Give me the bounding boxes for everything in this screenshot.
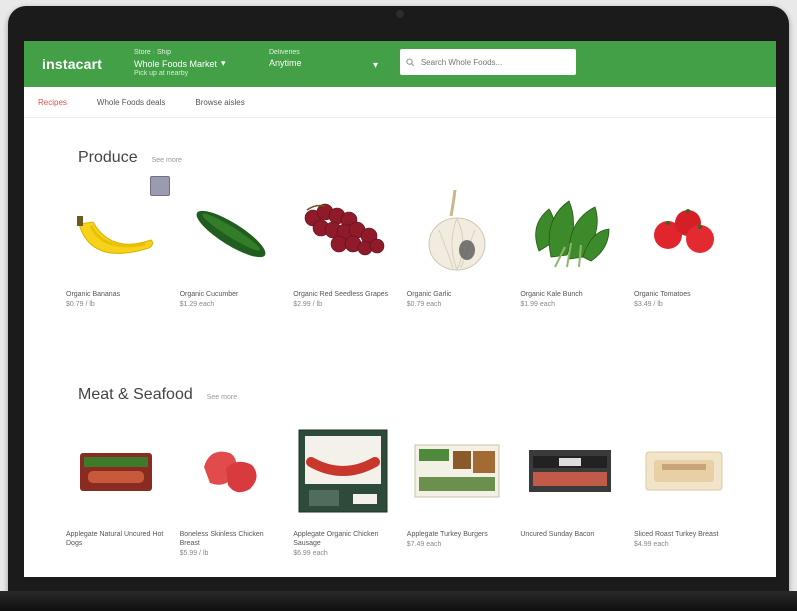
- product-image-hot-dogs[interactable]: [66, 426, 166, 516]
- webcam-icon: [396, 10, 404, 18]
- product-card[interactable]: Applegate Organic Chicken Sausage $6.99 …: [293, 426, 393, 557]
- store-subtext: Pick up at nearby: [134, 70, 189, 77]
- product-row-meat: Applegate Natural Uncured Hot Dogs Bonel…: [66, 426, 734, 557]
- product-price: $7.49 each: [406, 541, 442, 549]
- product-card[interactable]: Organic Tomatoes $3.49 / lb: [634, 186, 734, 308]
- product-card[interactable]: Sliced Roast Turkey Breast $4.99 each: [634, 426, 734, 557]
- product-price: $1.29 each: [179, 301, 215, 309]
- product-card[interactable]: Applegate Natural Uncured Hot Dogs: [66, 426, 166, 557]
- product-name: Organic Kale Bunch: [520, 291, 583, 298]
- product-name: Applegate Organic Chicken Sausage: [293, 531, 379, 548]
- chevron-down-icon[interactable]: ▾: [373, 60, 378, 71]
- laptop-hinge: [0, 591, 797, 611]
- sub-navigation: Recipes Whole Foods deals Browse aisles: [24, 87, 776, 118]
- delivery-value: Anytime: [269, 58, 302, 68]
- product-price: $0.79 each: [406, 301, 442, 309]
- product-card[interactable]: Uncured Sunday Bacon: [520, 426, 620, 557]
- subnav-item-deals[interactable]: Whole Foods deals: [97, 98, 165, 107]
- product-card[interactable]: Applegate Turkey Burgers $7.49 each: [407, 426, 507, 557]
- store-name-row: Whole Foods Market ▾: [134, 58, 226, 69]
- product-price: $2.99 / lb: [293, 301, 322, 309]
- product-name: Organic Cucumber: [179, 291, 239, 298]
- store-name: Whole Foods Market: [134, 58, 218, 69]
- add-to-cart-icon[interactable]: [150, 176, 170, 196]
- section-title: Meat & Seafood: [78, 386, 193, 403]
- search-icon: [406, 57, 415, 66]
- delivery-selector[interactable]: Deliveries Anytime: [269, 49, 302, 68]
- product-image-banana[interactable]: [66, 176, 170, 276]
- product-name: Organic Garlic: [406, 291, 452, 298]
- delivery-label: Deliveries: [269, 49, 300, 56]
- product-name: Applegate Natural Uncured Hot Dogs: [66, 531, 164, 548]
- product-image-grapes[interactable]: [293, 186, 393, 276]
- top-header: instacart Store · Ship Whole Foods Marke…: [24, 41, 776, 87]
- search-bar[interactable]: [400, 49, 576, 75]
- section-header: Produce See more: [24, 149, 776, 167]
- product-image-turkey-burgers[interactable]: [407, 426, 507, 516]
- product-price: $3.49 / lb: [633, 301, 663, 309]
- chevron-down-icon: ▾: [221, 58, 226, 68]
- search-input[interactable]: [418, 56, 570, 68]
- product-image-tomatoes[interactable]: [634, 186, 734, 276]
- product-price: $4.99 each: [633, 541, 669, 549]
- product-card[interactable]: Organic Kale Bunch $1.99 each: [520, 186, 620, 308]
- subnav-item-browse[interactable]: Browse aisles: [195, 98, 244, 107]
- product-price: $5.99 / lb: [179, 550, 209, 558]
- section-meat-seafood: Meat & Seafood See more: [24, 386, 776, 404]
- product-row-produce: Organic Bananas $0.79 / lb Organic Cucum…: [66, 176, 734, 309]
- product-price: $1.99 each: [520, 301, 556, 309]
- see-more-link[interactable]: See more: [152, 157, 182, 164]
- product-image-sausage[interactable]: [293, 426, 393, 516]
- app-screen: instacart Store · Ship Whole Foods Marke…: [24, 41, 776, 577]
- product-name: Organic Red Seedless Grapes: [293, 291, 389, 298]
- product-image-cucumber[interactable]: [180, 186, 280, 276]
- section-header: Meat & Seafood See more: [24, 386, 776, 404]
- product-name: Boneless Skinless Chicken Breast: [179, 531, 264, 548]
- see-more-link[interactable]: See more: [207, 394, 237, 401]
- section-title: Produce: [78, 149, 138, 166]
- product-card[interactable]: Organic Bananas $0.79 / lb: [66, 176, 170, 309]
- product-image-kale[interactable]: [520, 186, 620, 276]
- product-card[interactable]: Organic Cucumber $1.29 each: [180, 186, 280, 308]
- product-name: Applegate Turkey Burgers: [406, 531, 488, 538]
- product-image-turkey-breast[interactable]: [634, 426, 734, 516]
- section-produce: Produce See more: [24, 149, 776, 167]
- product-image-bacon[interactable]: [520, 426, 620, 516]
- product-card[interactable]: Organic Garlic $0.79 each: [407, 186, 507, 308]
- product-card[interactable]: Boneless Skinless Chicken Breast $5.99 /…: [180, 426, 280, 557]
- product-name: Organic Bananas: [66, 291, 121, 298]
- product-price: $6.99 each: [293, 550, 328, 558]
- product-image-garlic[interactable]: [407, 186, 507, 276]
- product-name: Organic Tomatoes: [633, 291, 691, 298]
- product-name: Sliced Roast Turkey Breast: [633, 531, 719, 538]
- product-image-chicken[interactable]: [180, 426, 280, 516]
- product-card[interactable]: Organic Red Seedless Grapes $2.99 / lb: [293, 186, 393, 308]
- store-label: Store · Ship: [134, 49, 171, 56]
- product-price: $0.79 / lb: [66, 301, 95, 309]
- logo[interactable]: instacart: [42, 56, 102, 72]
- product-name: Uncured Sunday Bacon: [520, 531, 595, 538]
- subnav-item-recipes[interactable]: Recipes: [38, 98, 67, 107]
- store-selector[interactable]: Store · Ship Whole Foods Market ▾ Pick u…: [134, 49, 226, 77]
